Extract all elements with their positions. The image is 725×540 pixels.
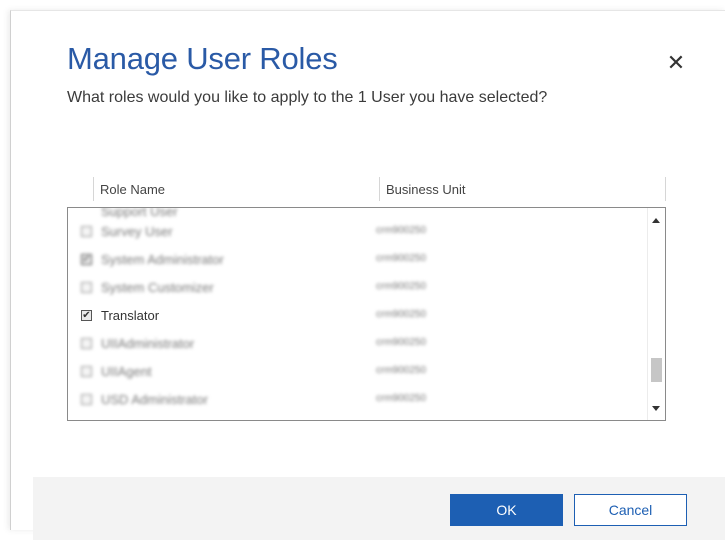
role-name: USD Administrator (101, 392, 208, 407)
role-checkbox[interactable] (81, 338, 92, 349)
business-unit: crm900250 (376, 253, 427, 264)
roles-list: Support User Survey User crm900250 ✔ Sys… (67, 207, 666, 421)
list-item[interactable]: Survey User crm900250 (68, 218, 648, 246)
grid-header: Role Name Business Unit (67, 177, 667, 207)
role-name: System Customizer (101, 280, 214, 295)
business-unit: crm900250 (376, 225, 427, 236)
list-item[interactable]: USD Administrator crm900250 (68, 386, 648, 414)
business-unit: crm900250 (376, 337, 427, 348)
column-separator (665, 177, 666, 201)
manage-user-roles-dialog: Manage User Roles ✕ What roles would you… (10, 10, 725, 540)
dialog-footer: OK Cancel (33, 477, 725, 540)
role-checkbox[interactable] (81, 282, 92, 293)
list-item[interactable]: ✔ System Administrator crm900250 (68, 246, 648, 274)
scroll-down-arrow-icon[interactable] (652, 406, 660, 411)
business-unit: crm900250 (376, 393, 427, 404)
role-name: UIIAgent (101, 364, 152, 379)
list-item[interactable]: System Customizer crm900250 (68, 274, 648, 302)
role-checkbox[interactable]: ✔ (81, 254, 92, 265)
role-name: UIIAdministrator (101, 336, 195, 351)
dialog-subtitle: What roles would you like to apply to th… (67, 89, 548, 106)
dialog-title: Manage User Roles (67, 41, 338, 76)
role-checkbox[interactable]: ✔ (81, 310, 92, 321)
list-item[interactable]: ✔ Translator crm900250 (68, 302, 648, 330)
column-separator (379, 177, 380, 201)
business-unit: crm900250 (376, 309, 427, 320)
column-header-business-unit[interactable]: Business Unit (386, 182, 465, 197)
business-unit: crm900250 (376, 281, 427, 292)
scroll-up-arrow-icon[interactable] (652, 218, 660, 223)
scrollbar-thumb[interactable] (651, 358, 662, 382)
vertical-scrollbar[interactable] (647, 208, 665, 420)
role-name: Survey User (101, 224, 173, 239)
column-separator (93, 177, 94, 201)
role-checkbox[interactable] (81, 366, 92, 377)
ok-button[interactable]: OK (450, 494, 563, 526)
business-unit: crm900250 (376, 365, 427, 376)
column-header-role-name[interactable]: Role Name (100, 182, 165, 197)
role-checkbox[interactable] (81, 394, 92, 405)
role-checkbox[interactable] (81, 226, 92, 237)
role-name: Translator (101, 308, 160, 323)
role-name: System Administrator (101, 252, 224, 267)
list-item[interactable]: UIIAgent crm900250 (68, 358, 648, 386)
close-icon[interactable]: ✕ (666, 52, 686, 74)
list-item[interactable]: UIIAdministrator crm900250 (68, 330, 648, 358)
cancel-button[interactable]: Cancel (574, 494, 687, 526)
